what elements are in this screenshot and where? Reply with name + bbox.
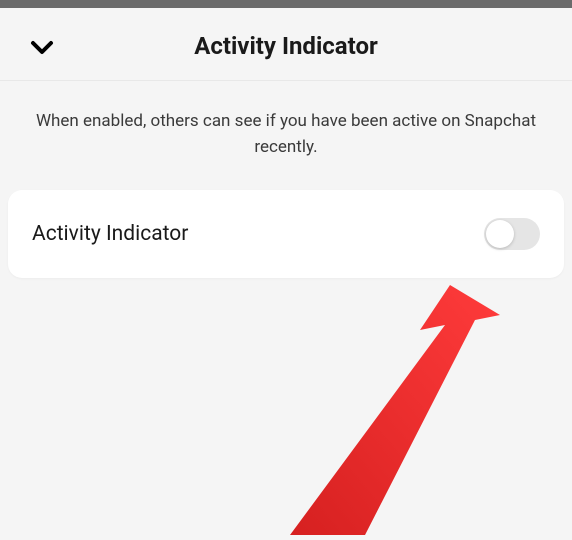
setting-label: Activity Indicator [32,222,188,246]
top-accent-bar [0,0,572,8]
toggle-knob [486,220,514,248]
activity-indicator-toggle[interactable] [484,218,540,250]
chevron-down-icon [30,39,54,57]
page-title: Activity Indicator [20,32,552,60]
setting-row: Activity Indicator [8,190,564,278]
setting-description: When enabled, others can see if you have… [0,81,572,190]
annotation-arrow-icon [250,260,530,540]
back-button[interactable] [30,36,54,60]
page-header: Activity Indicator [0,8,572,81]
